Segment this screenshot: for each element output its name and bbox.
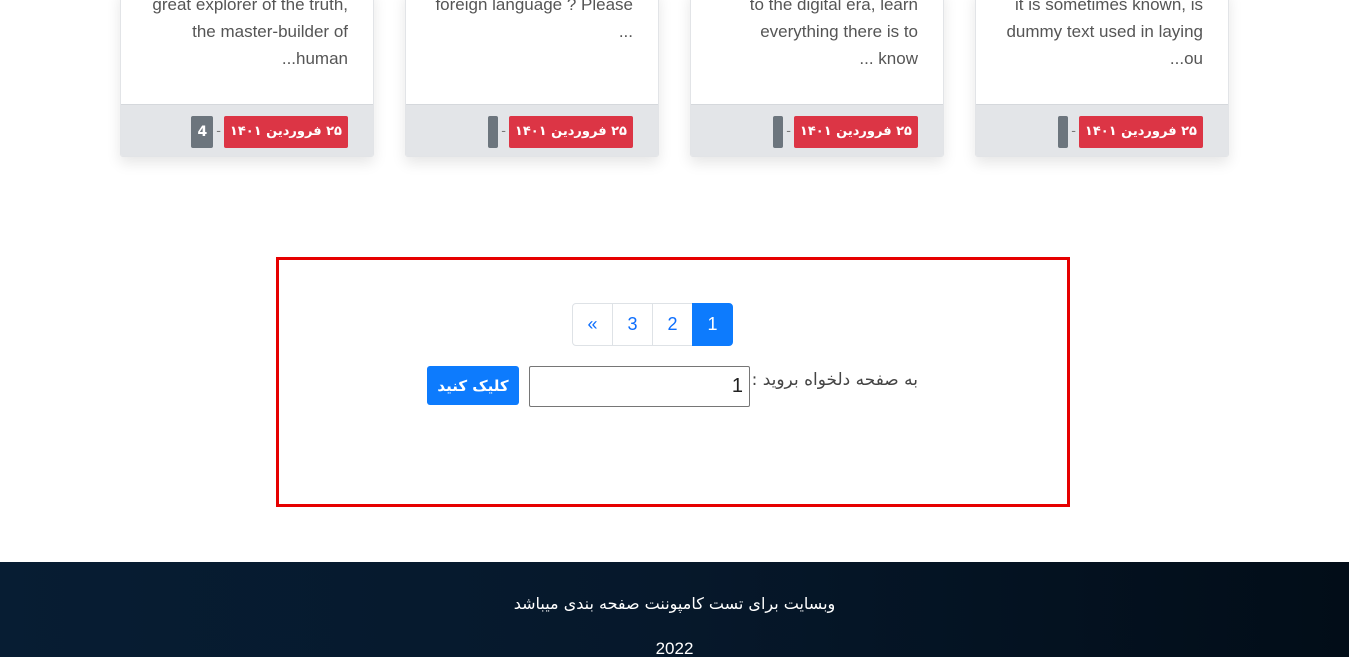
post-card[interactable]: to the digital era, learn everything the… [690, 0, 944, 157]
comment-count-badge: 4 [191, 115, 214, 148]
excerpt-line: ...ou [1169, 49, 1203, 68]
pagination-prev-link[interactable]: « [572, 303, 613, 346]
footer-text: وبسایت برای تست کامپوننت صفحه بندی میباش… [513, 594, 836, 613]
card-footer: - ۲۵ فروردین ۱۴۰۱ [406, 104, 658, 156]
comment-count-badge [773, 115, 784, 148]
excerpt-line: great explorer of the truth, [152, 0, 348, 14]
comment-count-badge [1058, 115, 1069, 148]
excerpt-line: it is sometimes known, is [1015, 0, 1203, 14]
date-badge: ۲۵ فروردین ۱۴۰۱ [223, 115, 348, 148]
excerpt-line: ... [618, 22, 633, 41]
excerpt-line: foreign language ? Please [435, 0, 633, 14]
separator: - [501, 124, 506, 139]
footer-year: 2022 [655, 639, 694, 658]
card-excerpt: foreign language ? Please ... [424, 0, 633, 45]
separator: - [216, 124, 221, 139]
comment-count-badge [488, 115, 499, 148]
card-footer: - ۲۵ فروردین ۱۴۰۱ [691, 104, 943, 156]
goto-page-label: به صفحه دلخواه بروید : [751, 370, 918, 390]
date-badge: ۲۵ فروردین ۱۴۰۱ [793, 115, 918, 148]
post-card[interactable]: foreign language ? Please ... - ۲۵ فرورد… [405, 0, 659, 157]
goto-page-input[interactable] [529, 366, 750, 407]
date-badge: ۲۵ فروردین ۱۴۰۱ [1078, 115, 1203, 148]
goto-page-button[interactable]: کلیک کنید [427, 366, 519, 405]
pagination-page-1-active[interactable]: 1 [692, 303, 733, 346]
card-footer: 4 - ۲۵ فروردین ۱۴۰۱ [121, 104, 373, 156]
post-card[interactable]: it is sometimes known, is dummy text use… [975, 0, 1229, 157]
card-excerpt: it is sometimes known, is dummy text use… [994, 0, 1203, 72]
card-excerpt: great explorer of the truth, the master-… [139, 0, 348, 72]
separator: - [786, 124, 791, 139]
card-excerpt: to the digital era, learn everything the… [709, 0, 918, 72]
excerpt-line: dummy text used in laying [1006, 22, 1203, 41]
excerpt-line: ...human [281, 49, 348, 68]
pagination: « 3 2 1 [572, 303, 733, 346]
excerpt-line: the master-builder of [192, 22, 348, 41]
site-footer: وبسایت برای تست کامپوننت صفحه بندی میباش… [0, 562, 1349, 658]
excerpt-line: to the digital era, learn [749, 0, 918, 14]
pagination-page-3[interactable]: 3 [612, 303, 653, 346]
separator: - [1071, 124, 1076, 139]
excerpt-line: everything there is to [760, 22, 918, 41]
excerpt-line: ... know [859, 49, 918, 68]
pagination-page-2[interactable]: 2 [652, 303, 693, 346]
card-footer: - ۲۵ فروردین ۱۴۰۱ [976, 104, 1228, 156]
date-badge: ۲۵ فروردین ۱۴۰۱ [508, 115, 633, 148]
post-card[interactable]: great explorer of the truth, the master-… [120, 0, 374, 157]
